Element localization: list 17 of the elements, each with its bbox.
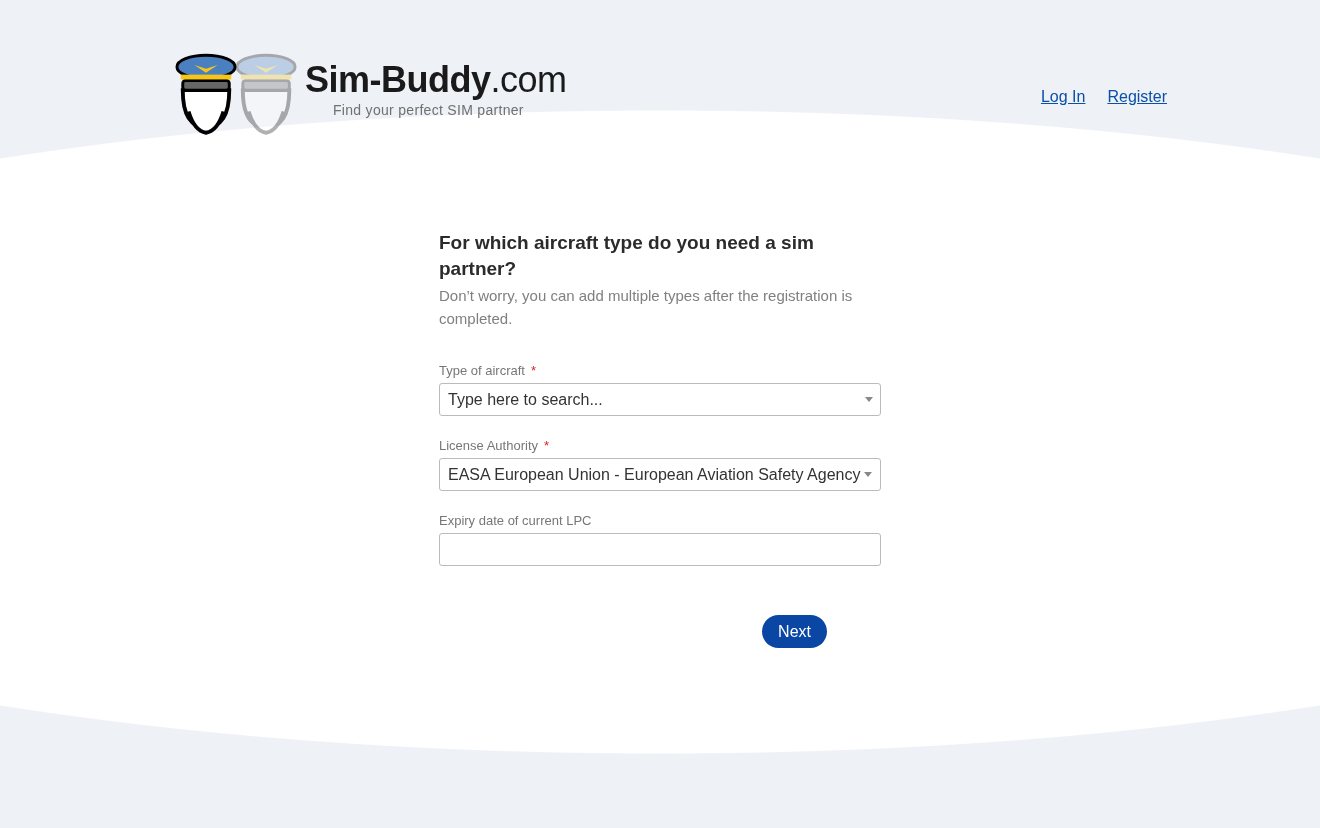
next-button[interactable]: Next bbox=[762, 615, 827, 648]
field-label: Expiry date of current LPC bbox=[439, 513, 592, 528]
nav-link[interactable]: Log In bbox=[1040, 88, 1086, 106]
date-field[interactable] bbox=[439, 533, 881, 566]
required-mark: * bbox=[544, 438, 550, 453]
field-label: License Authority bbox=[439, 438, 538, 453]
field-label: Type of aircraft bbox=[439, 363, 525, 378]
tagline: Find your perfect SIM partner bbox=[333, 102, 525, 118]
form-subtext: Don’t worry, you can add multiple types after the registration is completed. bbox=[439, 286, 854, 329]
required-mark: * bbox=[531, 363, 537, 378]
form-heading: For which aircraft type do you need a sim partner? bbox=[439, 231, 815, 281]
select-field[interactable]: EASA European Union - European Aviation Safety Agency bbox=[439, 458, 881, 491]
nav-link[interactable]: Register bbox=[1107, 88, 1167, 106]
caret-icon bbox=[865, 397, 873, 402]
search-select-field[interactable]: Type here to search... bbox=[439, 383, 881, 416]
caret-icon bbox=[864, 472, 872, 477]
site-logo-text: Sim-Buddy.com bbox=[305, 60, 567, 100]
